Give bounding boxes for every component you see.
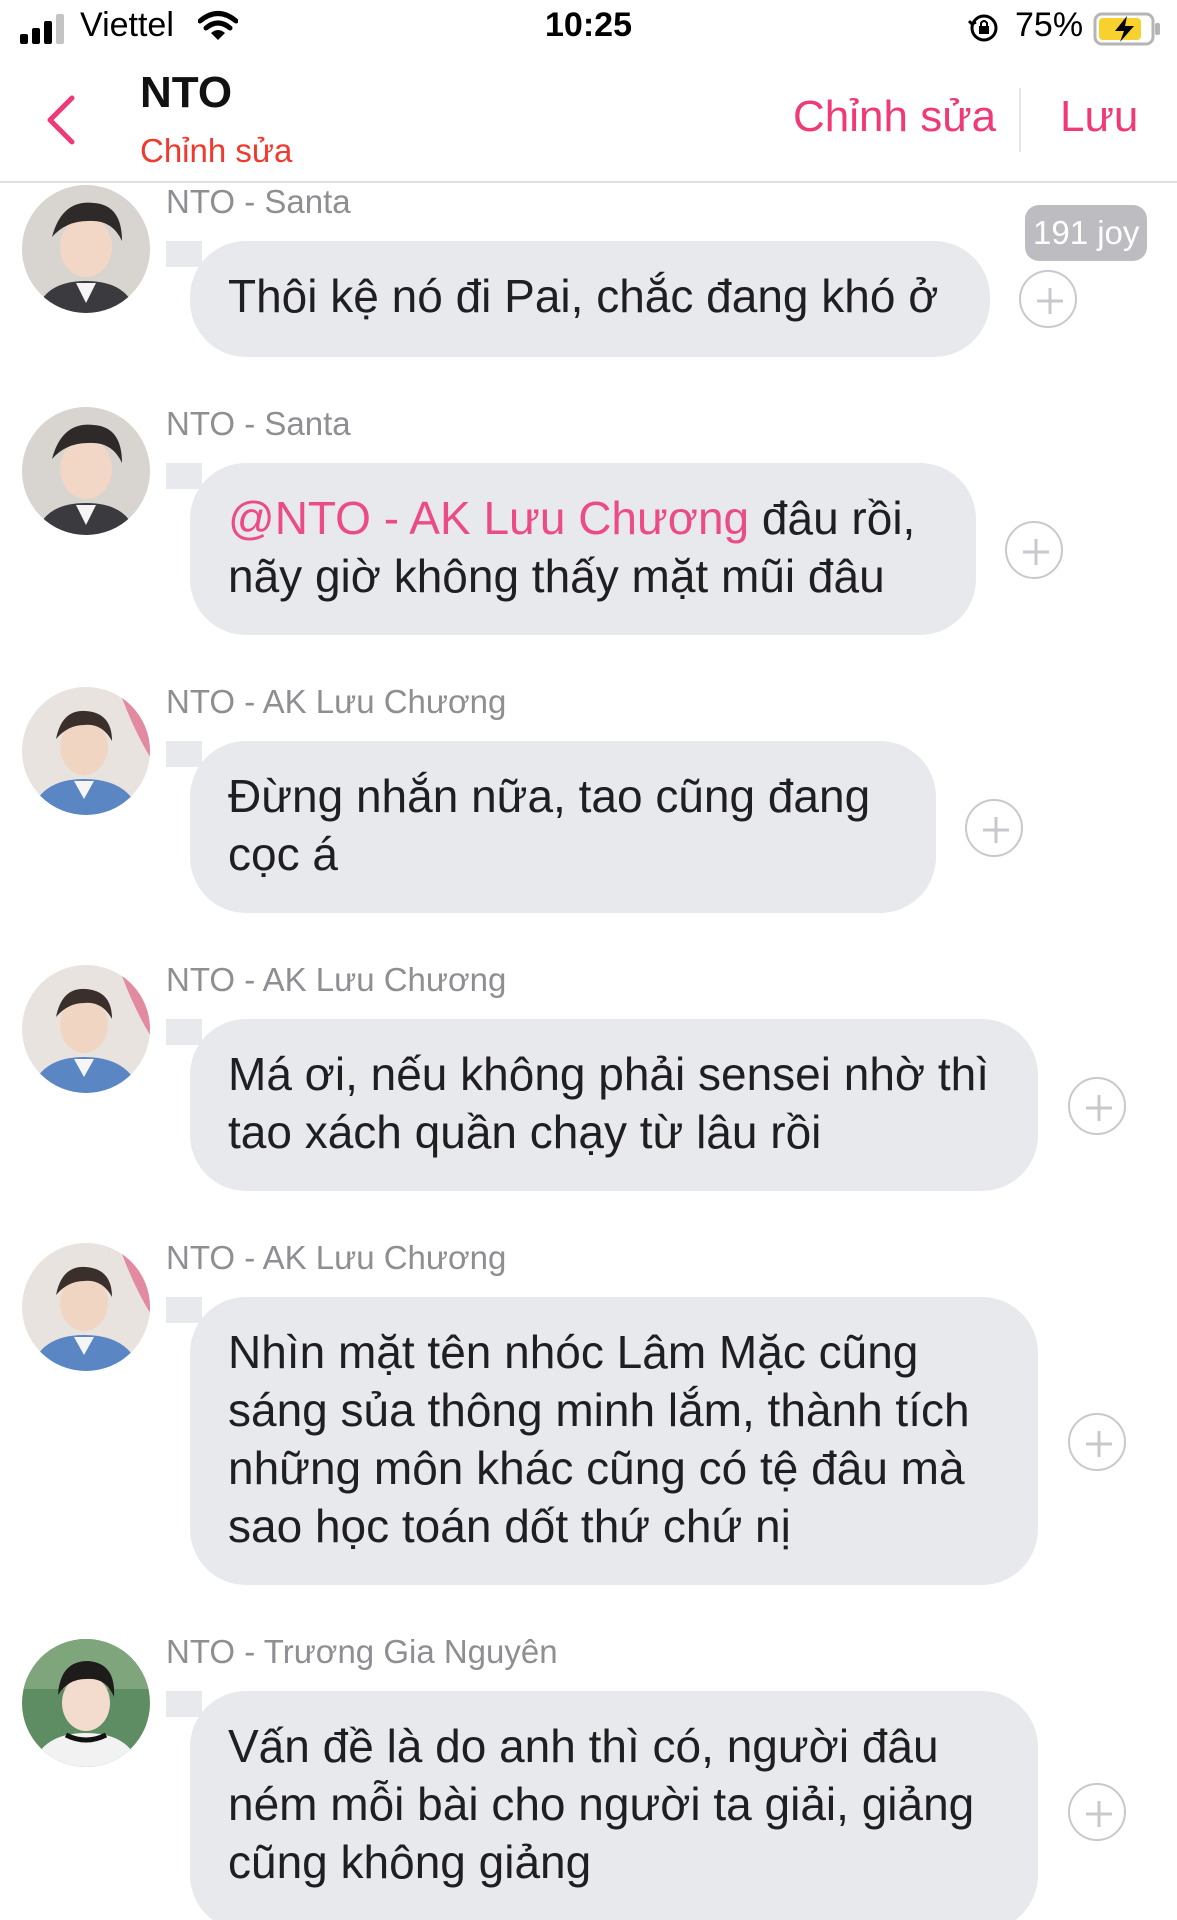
avatar[interactable]	[22, 185, 150, 313]
message-bubble[interactable]: Thôi kệ nó đi Pai, chắc đang khó ở	[190, 241, 990, 357]
add-reaction-button[interactable]	[965, 799, 1023, 857]
sender-name: NTO - Santa	[166, 183, 351, 220]
message-bubble[interactable]: Nhìn mặt tên nhóc Lâm Mặc cũng sáng sủa …	[190, 1297, 1038, 1585]
message-text: Thôi kệ nó đi Pai, chắc đang khó ở	[228, 270, 939, 322]
add-reaction-button[interactable]	[1068, 1077, 1126, 1135]
message-text: Má ơi, nếu không phải sensei nhờ thì tao…	[228, 1048, 990, 1158]
plus-icon	[1086, 1095, 1112, 1121]
joy-count-badge: 191 joy	[1025, 205, 1148, 261]
back-chevron-icon[interactable]	[40, 90, 80, 150]
save-button[interactable]: Lưu	[1060, 92, 1138, 142]
plus-icon	[1086, 1801, 1112, 1827]
message-bubble[interactable]: Đừng nhắn nữa, tao cũng đang cọc á	[190, 741, 936, 913]
sender-name: NTO - Santa	[166, 405, 351, 442]
plus-icon	[1086, 1431, 1112, 1457]
plus-icon	[983, 817, 1009, 843]
bubble-tail	[166, 741, 202, 767]
plus-icon	[1037, 288, 1063, 314]
message-text: Nhìn mặt tên nhóc Lâm Mặc cũng sáng sủa …	[228, 1326, 970, 1552]
message-text: Vấn đề là do anh thì có, người đâu ném m…	[228, 1720, 975, 1888]
message-bubble[interactable]: Má ơi, nếu không phải sensei nhờ thì tao…	[190, 1019, 1038, 1191]
sender-name: NTO - AK Lưu Chương	[166, 961, 507, 998]
chat-feed[interactable]: NTO - Santa 191 joy Thôi kệ nó đi Pai, c…	[0, 183, 1177, 1920]
status-bar: Viettel 10:25 75%	[0, 0, 1177, 58]
avatar[interactable]	[22, 1639, 150, 1767]
add-reaction-button[interactable]	[1068, 1413, 1126, 1471]
bubble-tail	[166, 1691, 202, 1717]
bubble-tail	[166, 1019, 202, 1045]
sender-name: NTO - AK Lưu Chương	[166, 1239, 507, 1276]
user-mention[interactable]: @NTO - AK Lưu Chương	[228, 492, 749, 544]
clock: 10:25	[545, 6, 632, 44]
edit-button[interactable]: Chỉnh sửa	[793, 92, 996, 142]
avatar[interactable]	[22, 965, 150, 1093]
bubble-tail	[166, 1297, 202, 1323]
add-reaction-button[interactable]	[1005, 521, 1063, 579]
avatar[interactable]	[22, 1243, 150, 1371]
bubble-tail	[166, 241, 202, 267]
sender-name: NTO - Trương Gia Nguyên	[166, 1633, 558, 1670]
avatar[interactable]	[22, 407, 150, 535]
page-title: NTO	[140, 68, 233, 117]
message-bubble[interactable]: @NTO - AK Lưu Chương đâu rồi, nãy giờ kh…	[190, 463, 976, 635]
bubble-tail	[166, 463, 202, 489]
nav-divider	[1019, 88, 1021, 152]
plus-icon	[1023, 539, 1049, 565]
page-subtitle: Chỉnh sửa	[140, 132, 293, 169]
sender-name: NTO - AK Lưu Chương	[166, 683, 507, 720]
avatar[interactable]	[22, 687, 150, 815]
nav-bar: NTO Chỉnh sửa Chỉnh sửa Lưu	[0, 58, 1177, 183]
add-reaction-button[interactable]	[1068, 1783, 1126, 1841]
orientation-lock-icon	[968, 14, 998, 42]
message-text: Đừng nhắn nữa, tao cũng đang cọc á	[228, 770, 871, 880]
message-bubble[interactable]: Vấn đề là do anh thì có, người đâu ném m…	[190, 1691, 1038, 1920]
battery-charging-icon	[1093, 12, 1160, 46]
add-reaction-button[interactable]	[1019, 270, 1077, 328]
battery-percent: 75%	[1015, 6, 1084, 44]
